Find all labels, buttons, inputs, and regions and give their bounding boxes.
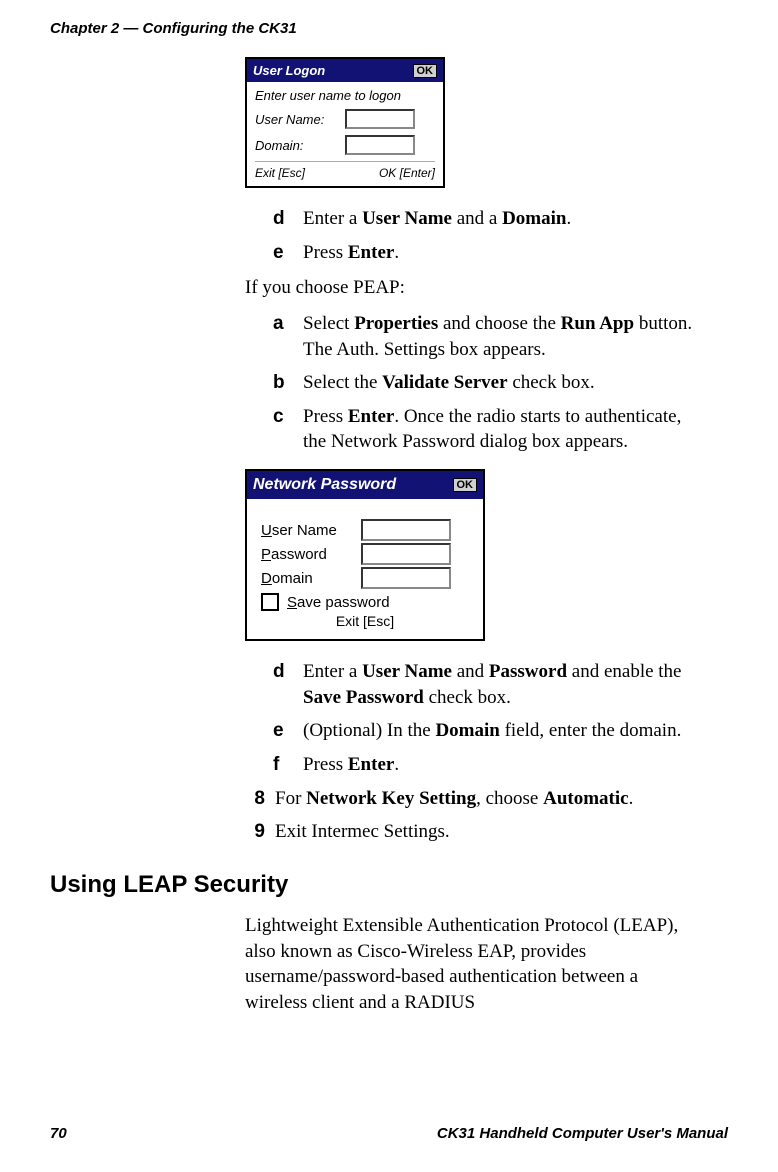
dialog-titlebar: Network Password OK	[247, 471, 483, 499]
text: .	[629, 788, 634, 809]
step-f: f Press Enter.	[273, 752, 698, 778]
exit-hint: Exit [Esc]	[336, 613, 394, 629]
bold-text: Network Key Setting	[306, 788, 476, 809]
exit-hint: Exit [Esc]	[255, 166, 305, 180]
save-password-label: Save password	[287, 594, 390, 611]
section-heading-leap: Using LEAP Security	[50, 871, 728, 899]
peap-intro: If you choose PEAP:	[245, 275, 698, 301]
username-input[interactable]	[361, 519, 451, 541]
step-a: a Select Properties and choose the Run A…	[273, 311, 698, 362]
page-footer: 70 CK31 Handheld Computer User's Manual	[50, 1125, 728, 1142]
username-label: User Name	[261, 522, 361, 539]
list-marker: e	[273, 718, 303, 744]
text: field, enter the domain.	[500, 720, 682, 741]
step-d: d Enter a User Name and a Domain.	[273, 206, 698, 232]
bold-text: Run App	[561, 313, 634, 334]
bold-text: Properties	[354, 313, 438, 334]
domain-label: Domain:	[255, 138, 345, 153]
list-marker: a	[273, 311, 303, 362]
password-label: Password	[261, 546, 361, 563]
text: Enter a	[303, 661, 362, 682]
list-marker: 9	[245, 819, 275, 845]
step-9: 9 Exit Intermec Settings.	[245, 819, 698, 845]
username-input[interactable]	[345, 109, 415, 129]
text: (Optional) In the	[303, 720, 435, 741]
step-b: b Select the Validate Server check box.	[273, 370, 698, 396]
list-marker: f	[273, 752, 303, 778]
bold-text: Validate Server	[382, 372, 507, 393]
manual-title: CK31 Handheld Computer User's Manual	[437, 1125, 728, 1142]
text: .	[394, 754, 399, 775]
step-d2: d Enter a User Name and Password and ena…	[273, 659, 698, 710]
domain-input[interactable]	[345, 135, 415, 155]
bold-text: Domain	[435, 720, 499, 741]
list-marker: e	[273, 240, 303, 266]
text: check box.	[424, 687, 511, 708]
ok-button[interactable]: OK	[453, 478, 478, 492]
bold-text: Enter	[348, 406, 394, 427]
dialog-title: User Logon	[253, 63, 325, 78]
bold-text: User Name	[362, 208, 452, 229]
step-e2: e (Optional) In the Domain field, enter …	[273, 718, 698, 744]
chapter-header: Chapter 2 — Configuring the CK31	[50, 20, 728, 37]
main-content: User Logon OK Enter user name to logon U…	[245, 57, 698, 845]
dialog-titlebar: User Logon OK	[247, 59, 443, 82]
list-marker: d	[273, 206, 303, 232]
text: and	[452, 661, 489, 682]
ok-hint: OK [Enter]	[379, 166, 435, 180]
network-password-dialog: Network Password OK User Name Password D…	[245, 469, 485, 641]
text: .	[394, 242, 399, 263]
text: Press	[303, 406, 348, 427]
text: and a	[452, 208, 502, 229]
text: and enable the	[567, 661, 681, 682]
list-marker: d	[273, 659, 303, 710]
text: Press	[303, 242, 348, 263]
bold-text: Enter	[348, 754, 394, 775]
text: check box.	[508, 372, 595, 393]
step-e: e Press Enter.	[273, 240, 698, 266]
domain-label: Domain	[261, 570, 361, 587]
bold-text: Enter	[348, 242, 394, 263]
save-password-checkbox[interactable]	[261, 593, 279, 611]
text: .	[566, 208, 571, 229]
user-logon-dialog: User Logon OK Enter user name to logon U…	[245, 57, 445, 188]
username-label: User Name:	[255, 112, 345, 127]
text: Select the	[303, 372, 382, 393]
text: Select	[303, 313, 354, 334]
bold-text: Password	[489, 661, 567, 682]
password-input[interactable]	[361, 543, 451, 565]
text: Exit Intermec Settings.	[275, 819, 698, 845]
text: , choose	[476, 788, 543, 809]
text: Enter a	[303, 208, 362, 229]
text: Press	[303, 754, 348, 775]
list-marker: b	[273, 370, 303, 396]
dialog-title: Network Password	[253, 476, 396, 494]
leap-paragraph: Lightweight Extensible Authentication Pr…	[245, 913, 698, 1016]
dialog-prompt: Enter user name to logon	[255, 88, 435, 103]
page-number: 70	[50, 1125, 67, 1142]
step-c: c Press Enter. Once the radio starts to …	[273, 404, 698, 455]
text: For	[275, 788, 306, 809]
bold-text: User Name	[362, 661, 452, 682]
text: and choose the	[438, 313, 560, 334]
ok-button[interactable]: OK	[413, 64, 438, 78]
bold-text: Automatic	[543, 788, 628, 809]
bold-text: Save Password	[303, 687, 424, 708]
domain-input[interactable]	[361, 567, 451, 589]
step-8: 8 For Network Key Setting, choose Automa…	[245, 786, 698, 812]
list-marker: c	[273, 404, 303, 455]
list-marker: 8	[245, 786, 275, 812]
bold-text: Domain	[502, 208, 566, 229]
